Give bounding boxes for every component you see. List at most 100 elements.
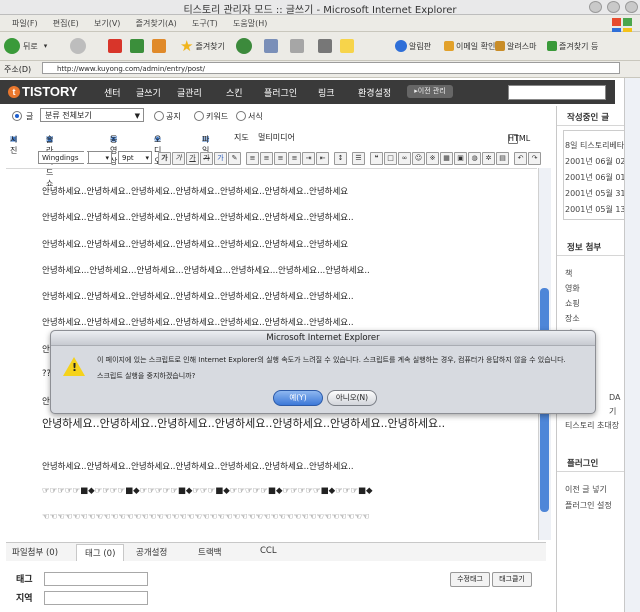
ie-icon: [395, 40, 407, 52]
align-left-icon[interactable]: ≡: [246, 152, 259, 165]
underline-icon[interactable]: 가: [186, 152, 199, 165]
tab-tags[interactable]: 태그 (0): [76, 544, 125, 561]
line-height-icon[interactable]: ↕: [334, 152, 347, 165]
info-item[interactable]: 책: [565, 268, 572, 279]
recent-item[interactable]: 8일 티스토리베타: [565, 140, 624, 151]
list-icon[interactable]: ☰: [352, 152, 365, 165]
page-scrollbar[interactable]: [624, 78, 640, 612]
maximize-button[interactable]: [606, 1, 620, 13]
box-icon[interactable]: □: [384, 152, 397, 165]
location-input[interactable]: [44, 591, 148, 605]
history-button[interactable]: [236, 37, 252, 55]
recent-item[interactable]: 2001년 05월 31일: [565, 188, 633, 199]
close-button[interactable]: [625, 1, 638, 13]
info-item[interactable]: 쇼핑: [565, 298, 580, 309]
table-icon[interactable]: ▦: [440, 152, 453, 165]
recent-item[interactable]: 2001년 06월 01일: [565, 172, 633, 183]
link-button-1[interactable]: 알림판: [395, 37, 431, 55]
tab-trackback[interactable]: 트랙백: [198, 546, 221, 558]
more-icon[interactable]: ▣: [454, 152, 467, 165]
quote-icon[interactable]: ❝: [370, 152, 383, 165]
home-button[interactable]: [152, 37, 166, 55]
notice-radio[interactable]: [236, 111, 246, 121]
font-family-select[interactable]: Wingdings ▾: [38, 151, 112, 164]
info-item[interactable]: 장소: [565, 313, 580, 324]
menu-favorites[interactable]: 즐겨찾기(A): [136, 18, 177, 29]
align-center-icon[interactable]: ≡: [260, 152, 273, 165]
nav-center[interactable]: 센터: [104, 86, 121, 99]
public-radio[interactable]: [154, 111, 164, 121]
invite-link[interactable]: 티스토리 초대장: [565, 420, 619, 431]
plugin-item[interactable]: 플러그인 설정: [565, 500, 612, 511]
favorites-label: 즐겨찾기: [195, 41, 225, 51]
bold-icon[interactable]: 가: [158, 152, 171, 165]
link-3-label: 알려스마: [507, 41, 537, 51]
stop-button[interactable]: [108, 37, 122, 55]
editor-line: 안녕하세요...안녕하세요...안녕하세요...안녕하세요...안녕하세요...…: [42, 266, 370, 276]
link-button-4[interactable]: 즐겨찾기 등: [547, 37, 598, 55]
highlight-icon[interactable]: ✎: [228, 152, 241, 165]
tool-map[interactable]: 지도: [234, 132, 249, 143]
indent-icon[interactable]: ⇥: [302, 152, 315, 165]
align-justify-icon[interactable]: ≡: [288, 152, 301, 165]
redo-icon[interactable]: ↷: [528, 152, 541, 165]
refresh-button[interactable]: [130, 37, 144, 55]
outdent-icon[interactable]: ⇤: [316, 152, 329, 165]
link-button-3[interactable]: 알려스마: [495, 37, 536, 55]
undo-icon[interactable]: ↶: [514, 152, 527, 165]
yes-button[interactable]: 예(Y): [273, 390, 323, 406]
nav-search-input[interactable]: [508, 85, 606, 100]
favorites-button[interactable]: ★ 즐겨찾기: [180, 37, 225, 55]
tistory-logo[interactable]: t TISTORY: [8, 84, 78, 99]
minimize-button[interactable]: [588, 1, 602, 13]
font-color-icon[interactable]: 가: [214, 152, 227, 165]
menu-edit[interactable]: 편집(E): [53, 18, 79, 29]
color-wheel-icon[interactable]: ◍: [468, 152, 481, 165]
discuss-button[interactable]: [340, 37, 354, 55]
nav-settings[interactable]: 환경설정: [358, 86, 391, 99]
keyword-radio[interactable]: [194, 111, 204, 121]
link-icon[interactable]: ∞: [398, 152, 411, 165]
tag-cloud-button[interactable]: 태그클기: [492, 572, 532, 587]
tab-ccl[interactable]: CCL: [260, 546, 277, 556]
forward-button[interactable]: [70, 37, 86, 55]
category-select[interactable]: 분류 전체보기 ▼: [40, 108, 144, 122]
tool-multimedia[interactable]: 멀티미디어: [258, 132, 295, 143]
nav-write[interactable]: 글쓰기: [136, 86, 161, 99]
special-char-icon[interactable]: ※: [426, 152, 439, 165]
tag-input[interactable]: [44, 572, 148, 586]
nav-manage[interactable]: 글관리: [177, 86, 202, 99]
recent-item[interactable]: 2001년 05월 13일: [565, 204, 633, 215]
italic-icon[interactable]: 가: [172, 152, 185, 165]
stop-icon: [108, 39, 122, 53]
mail-button[interactable]: [264, 37, 278, 55]
tab-attachments[interactable]: 파일첨부 (0): [12, 546, 58, 558]
no-button[interactable]: 아니오(N): [327, 390, 377, 406]
menu-tools[interactable]: 도구(T): [192, 18, 218, 29]
nav-link[interactable]: 링크: [318, 86, 335, 99]
menu-file[interactable]: 파일(F): [12, 18, 38, 29]
recent-item[interactable]: 2001년 06월 02일: [565, 156, 633, 167]
editor-line: 안녕하세요..안녕하세요..안녕하세요..안녕하세요..안녕하세요..안녕하세요…: [42, 292, 354, 302]
snow-icon[interactable]: ✲: [482, 152, 495, 165]
link-button-2[interactable]: 이메일 확인: [444, 37, 495, 55]
nav-plugin[interactable]: 플러그인: [264, 86, 297, 99]
address-input[interactable]: http://www.kuyong.com/admin/entry/post/: [42, 62, 620, 74]
menu-help[interactable]: 도움말(H): [233, 18, 267, 29]
post-radio[interactable]: [12, 111, 22, 121]
plugin-item[interactable]: 이전 글 넣기: [565, 484, 607, 495]
nav-skin[interactable]: 스킨: [226, 86, 243, 99]
print-button[interactable]: [290, 37, 304, 55]
tab-public[interactable]: 공개설정: [136, 546, 167, 558]
info-item[interactable]: 영화: [565, 283, 580, 294]
save-icon[interactable]: ▤: [496, 152, 509, 165]
prev-admin-button[interactable]: ▸이전 관리: [407, 85, 453, 98]
back-button[interactable]: 뒤로 ▾: [4, 37, 47, 55]
align-right-icon[interactable]: ≡: [274, 152, 287, 165]
revise-tag-button[interactable]: 수정태그: [450, 572, 490, 587]
emoticon-icon[interactable]: ☺: [412, 152, 425, 165]
edit-button[interactable]: [318, 37, 332, 55]
font-size-select[interactable]: 9pt ▾: [118, 151, 152, 164]
strike-icon[interactable]: 가: [200, 152, 213, 165]
menu-view[interactable]: 보기(V): [94, 18, 120, 29]
